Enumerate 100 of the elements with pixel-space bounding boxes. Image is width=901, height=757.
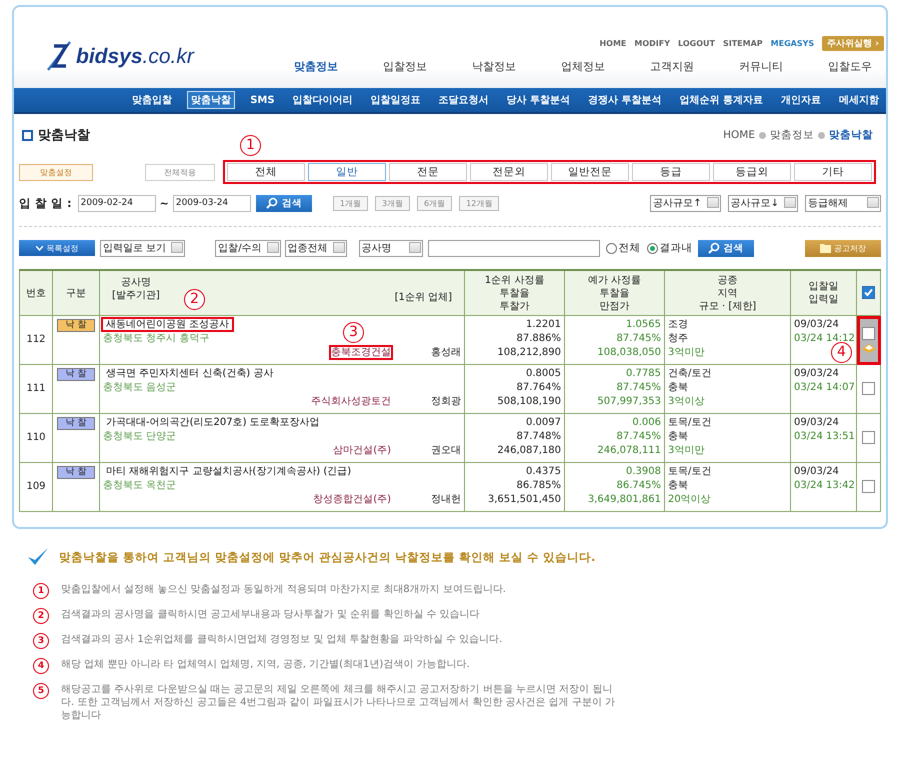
- callout-number: 1: [240, 135, 261, 156]
- sub-nav-item[interactable]: 개인자료: [778, 92, 824, 108]
- breadcrumb-link[interactable]: 맞춤정보: [770, 128, 814, 142]
- representative-name: 정내헌: [431, 493, 461, 507]
- top-link[interactable]: SITEMAP: [722, 39, 763, 48]
- sub-nav-item[interactable]: 입찰다이어리: [290, 92, 356, 108]
- main-nav-item[interactable]: 업체정보: [561, 59, 650, 74]
- dropdown[interactable]: 업종전체: [284, 240, 347, 256]
- dropdown[interactable]: 등급해제: [805, 194, 881, 212]
- category-tab[interactable]: 기타: [794, 163, 872, 181]
- table-cell-text: 충북: [668, 381, 689, 395]
- representative-name: 정회광: [431, 395, 461, 409]
- agency-text: 충청북도 음성군: [103, 381, 178, 395]
- breadcrumb-link[interactable]: 맞춤낙찰: [829, 128, 873, 142]
- table-cell-text: 86.745%: [616, 479, 661, 493]
- company-link[interactable]: 충북조경건설: [331, 347, 391, 358]
- column-header: 번호: [20, 270, 52, 316]
- apply-all-button[interactable]: 전체적용: [145, 164, 215, 180]
- sub-nav-item[interactable]: 업체순위 통계자료: [676, 92, 766, 108]
- number-badge: 4: [33, 658, 49, 674]
- table-cell-text: 108,038,050: [596, 346, 661, 360]
- row-checkbox[interactable]: [862, 430, 875, 444]
- note-text: 해당 업체 뿐만 아니라 타 업체역시 업체명, 지역, 공종, 기간별(최대1년)검색이 가능합니다.: [61, 658, 471, 671]
- table-cell-text: 조경: [668, 318, 689, 332]
- bid-date-label: 입 찰 일 :: [19, 196, 72, 210]
- search-field[interactable]: [428, 240, 600, 256]
- dropdown[interactable]: 입력일로 보기: [100, 240, 186, 256]
- table-cell-text: 3,651,501,450: [486, 493, 561, 507]
- project-name-link[interactable]: 가곡대대-어의곡간(리도207호) 도로확포장사업: [103, 417, 323, 428]
- table-cell-text: 1.2201: [525, 318, 561, 332]
- table-cell-text: 0.006: [631, 416, 661, 430]
- project-name-link[interactable]: 생극면 주민자치센터 신축(건축) 공사: [103, 368, 276, 379]
- table-cell: 03/24 13:51: [794, 430, 853, 444]
- company-link[interactable]: 창성종합건설(주): [313, 494, 391, 505]
- category-tab[interactable]: 전문: [389, 163, 467, 181]
- sub-nav-item[interactable]: SMS: [247, 94, 278, 106]
- category-tab[interactable]: 전체: [227, 163, 305, 181]
- row-checkbox[interactable]: [862, 382, 875, 395]
- sub-nav-item[interactable]: 조달요청서: [436, 92, 492, 108]
- breadcrumb-link[interactable]: HOME: [723, 129, 755, 141]
- radio-button[interactable]: [646, 242, 658, 254]
- table-cell-text: 청주: [668, 332, 689, 346]
- table-cell-text: 508,108,190: [496, 395, 561, 409]
- main-nav-item[interactable]: 입찰도우: [828, 59, 872, 74]
- table-cell-text: 87.745%: [616, 381, 661, 395]
- category-tab[interactable]: 일반전문: [551, 163, 629, 181]
- row-number: 110: [20, 414, 52, 462]
- dropdown[interactable]: 입찰/수의: [215, 240, 281, 256]
- main-nav-item[interactable]: 낙찰정보: [472, 59, 561, 74]
- category-tab[interactable]: 등급: [632, 163, 710, 181]
- top-link[interactable]: HOME: [599, 39, 626, 48]
- table-cell-text: 20억이상: [668, 493, 712, 507]
- column-header: 구분: [52, 270, 100, 316]
- category-tab[interactable]: 일반: [308, 163, 386, 181]
- top-link[interactable]: MEGASYS: [770, 39, 814, 48]
- row-checkbox[interactable]: [862, 327, 875, 340]
- date-from-field[interactable]: 2009-02-24: [78, 194, 156, 212]
- date-to-field[interactable]: 2009-03-24: [172, 194, 251, 212]
- radio-button[interactable]: [606, 242, 617, 254]
- table-cell-text: 87.748%: [516, 430, 561, 444]
- row-checkbox[interactable]: [862, 480, 875, 493]
- search-button[interactable]: 검색: [698, 240, 754, 256]
- table-cell-text: 0.7785: [625, 367, 661, 381]
- logo-text[interactable]: bidsys.co.kr: [76, 44, 194, 68]
- sub-nav-item[interactable]: 당사 투찰분석: [504, 92, 574, 108]
- project-name-link[interactable]: 마티 재해위험지구 교량설치공사(장기계속공사) (긴급): [103, 466, 354, 477]
- category-tab[interactable]: 등급외: [713, 163, 791, 181]
- main-nav-item[interactable]: 맞춤정보: [294, 59, 383, 74]
- company-link[interactable]: 주식회사성광토건: [311, 396, 391, 407]
- number-badge: 2: [33, 608, 49, 624]
- callout-number: 3: [343, 322, 364, 343]
- dropdown[interactable]: 공사명: [358, 240, 423, 256]
- main-nav-item[interactable]: 고객지원: [650, 59, 739, 74]
- category-tab[interactable]: 전문외: [470, 163, 548, 181]
- list-settings-button[interactable]: 목록설정: [19, 240, 95, 256]
- dropdown[interactable]: 공사규모↑: [650, 194, 721, 212]
- company-link[interactable]: 삼마건설(주): [333, 445, 391, 456]
- sub-nav-item[interactable]: 입찰일정표: [368, 92, 424, 108]
- callout-number: 2: [184, 289, 205, 310]
- representative-name: 홍성래: [431, 346, 461, 360]
- number-badge: 5: [33, 683, 49, 699]
- table-cell-text: 충북: [668, 479, 689, 493]
- main-nav-item[interactable]: 커뮤니티: [739, 59, 828, 74]
- table-cell-text: 87.764%: [516, 381, 561, 395]
- column-header: 예가 사정률 투찰율 만점가: [564, 270, 664, 316]
- dropdown[interactable]: 공사규모↓: [728, 194, 798, 212]
- top-link[interactable]: LOGOUT: [678, 39, 715, 48]
- checkmark-icon: [27, 547, 49, 567]
- top-link[interactable]: MODIFY: [634, 39, 670, 48]
- search-button[interactable]: 검색: [256, 194, 312, 212]
- table-cell-text: 246,078,111: [596, 444, 661, 458]
- select-all-checkbox[interactable]: [862, 286, 875, 300]
- sub-nav-item[interactable]: 맞춤입찰: [129, 92, 176, 108]
- main-nav-item[interactable]: 입찰정보: [383, 59, 472, 74]
- sub-nav-item[interactable]: 경쟁사 투찰분석: [585, 92, 665, 108]
- number-badge: 3: [33, 633, 49, 649]
- sub-nav-item[interactable]: 맞춤낙찰: [187, 91, 236, 109]
- sub-nav-item[interactable]: 메세지함: [836, 92, 882, 108]
- agency-text: 충청북도 청주시 흥덕구: [103, 332, 210, 346]
- project-name-link[interactable]: 새동네어린이공원 조성공사: [103, 319, 232, 330]
